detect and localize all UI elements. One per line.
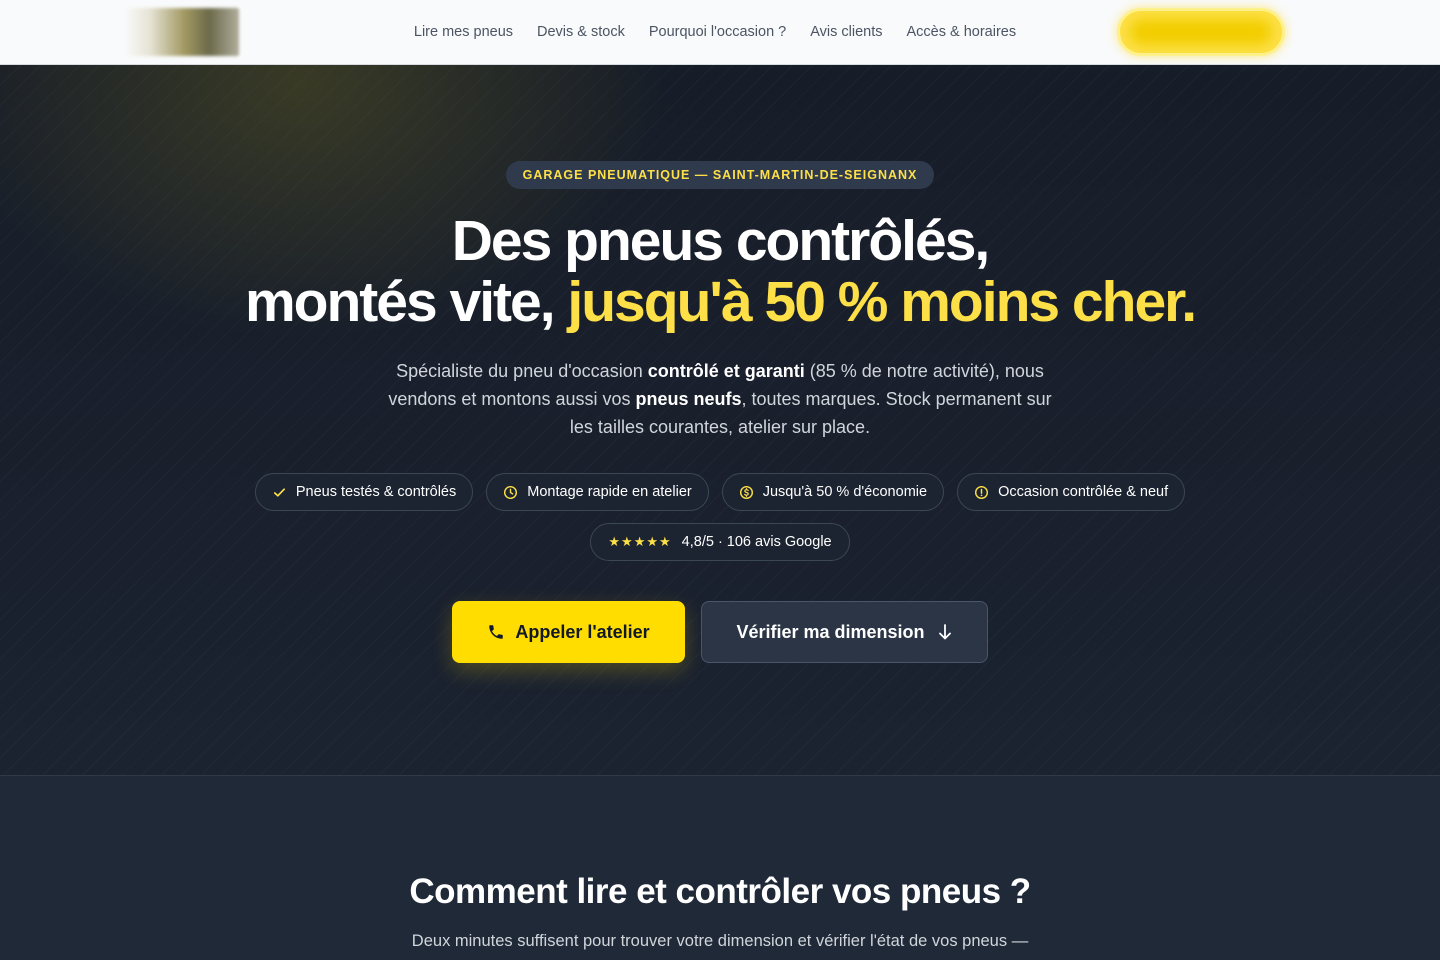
nav-lire-mes-pneus[interactable]: Lire mes pneus xyxy=(414,22,513,42)
hero-section: GARAGE PNEUMATIQUE — SAINT-MARTIN-DE-SEI… xyxy=(0,65,1440,776)
rating-text: 4,8/5 · 106 avis Google xyxy=(681,534,832,550)
arrow-down-icon xyxy=(938,624,951,640)
pill-label: Montage rapide en atelier xyxy=(527,484,692,500)
tire-reading-section: Comment lire et contrôler vos pneus ? De… xyxy=(0,776,1440,960)
hero-lede: Spécialiste du pneu d'occasion contrôlé … xyxy=(380,357,1060,441)
info-icon xyxy=(975,485,989,499)
lede-bold-2: pneus neufs xyxy=(635,389,742,409)
lede-part-1: Spécialiste du pneu d'occasion xyxy=(396,361,648,381)
nav-avis-clients[interactable]: Avis clients xyxy=(810,22,882,42)
logo[interactable] xyxy=(124,8,239,56)
header-cta-button[interactable] xyxy=(1117,8,1285,56)
check-icon xyxy=(273,487,285,497)
pill-label: Jusqu'à 50 % d'économie xyxy=(762,484,928,500)
star-rating-icon: ★★★★★ xyxy=(608,534,672,549)
pill-economie: Jusqu'à 50 % d'économie xyxy=(721,473,945,511)
google-rating-badge[interactable]: ★★★★★ 4,8/5 · 106 avis Google xyxy=(590,523,850,561)
nav-devis-stock[interactable]: Devis & stock xyxy=(537,22,625,42)
nav-acces-horaires[interactable]: Accès & horaires xyxy=(907,22,1017,42)
pill-tested: Pneus testés & contrôlés xyxy=(254,473,474,511)
headline-highlight: jusqu'à 50 % moins cher. xyxy=(567,270,1197,334)
headline-line2: montés vite, xyxy=(244,270,568,334)
pill-occasion: Occasion contrôlée & neuf xyxy=(957,473,1186,511)
call-workshop-button[interactable]: Appeler l'atelier xyxy=(452,601,685,663)
header-cta-label xyxy=(1120,11,1282,53)
check-dimension-button[interactable]: Vérifier ma dimension xyxy=(701,601,988,663)
nav-pourquoi-occasion[interactable]: Pourquoi l'occasion ? xyxy=(649,22,786,42)
feature-pills: Pneus testés & contrôlés Montage rapide … xyxy=(0,473,1440,511)
phone-icon xyxy=(489,625,504,639)
section-intro: Deux minutes suffisent pour trouver votr… xyxy=(411,932,1029,950)
pill-label: Occasion contrôlée & neuf xyxy=(998,484,1169,500)
hero-eyebrow-badge: GARAGE PNEUMATIQUE — SAINT-MARTIN-DE-SEI… xyxy=(506,161,934,189)
coin-icon xyxy=(739,485,753,499)
pill-montage: Montage rapide en atelier xyxy=(486,473,709,511)
headline-line1: Des pneus contrôlés, xyxy=(451,209,990,273)
call-button-label: Appeler l'atelier xyxy=(515,621,650,642)
site-header: Lire mes pneus Devis & stock Pourquoi l'… xyxy=(0,0,1440,65)
hero-headline: Des pneus contrôlés, montés vite, jusqu'… xyxy=(0,211,1440,333)
section-title: Comment lire et contrôler vos pneus ? xyxy=(409,872,1031,911)
lede-bold-1: contrôlé et garanti xyxy=(647,361,805,381)
pill-label: Pneus testés & contrôlés xyxy=(295,484,457,500)
clock-icon xyxy=(504,485,518,499)
dimension-button-label: Vérifier ma dimension xyxy=(736,621,925,642)
